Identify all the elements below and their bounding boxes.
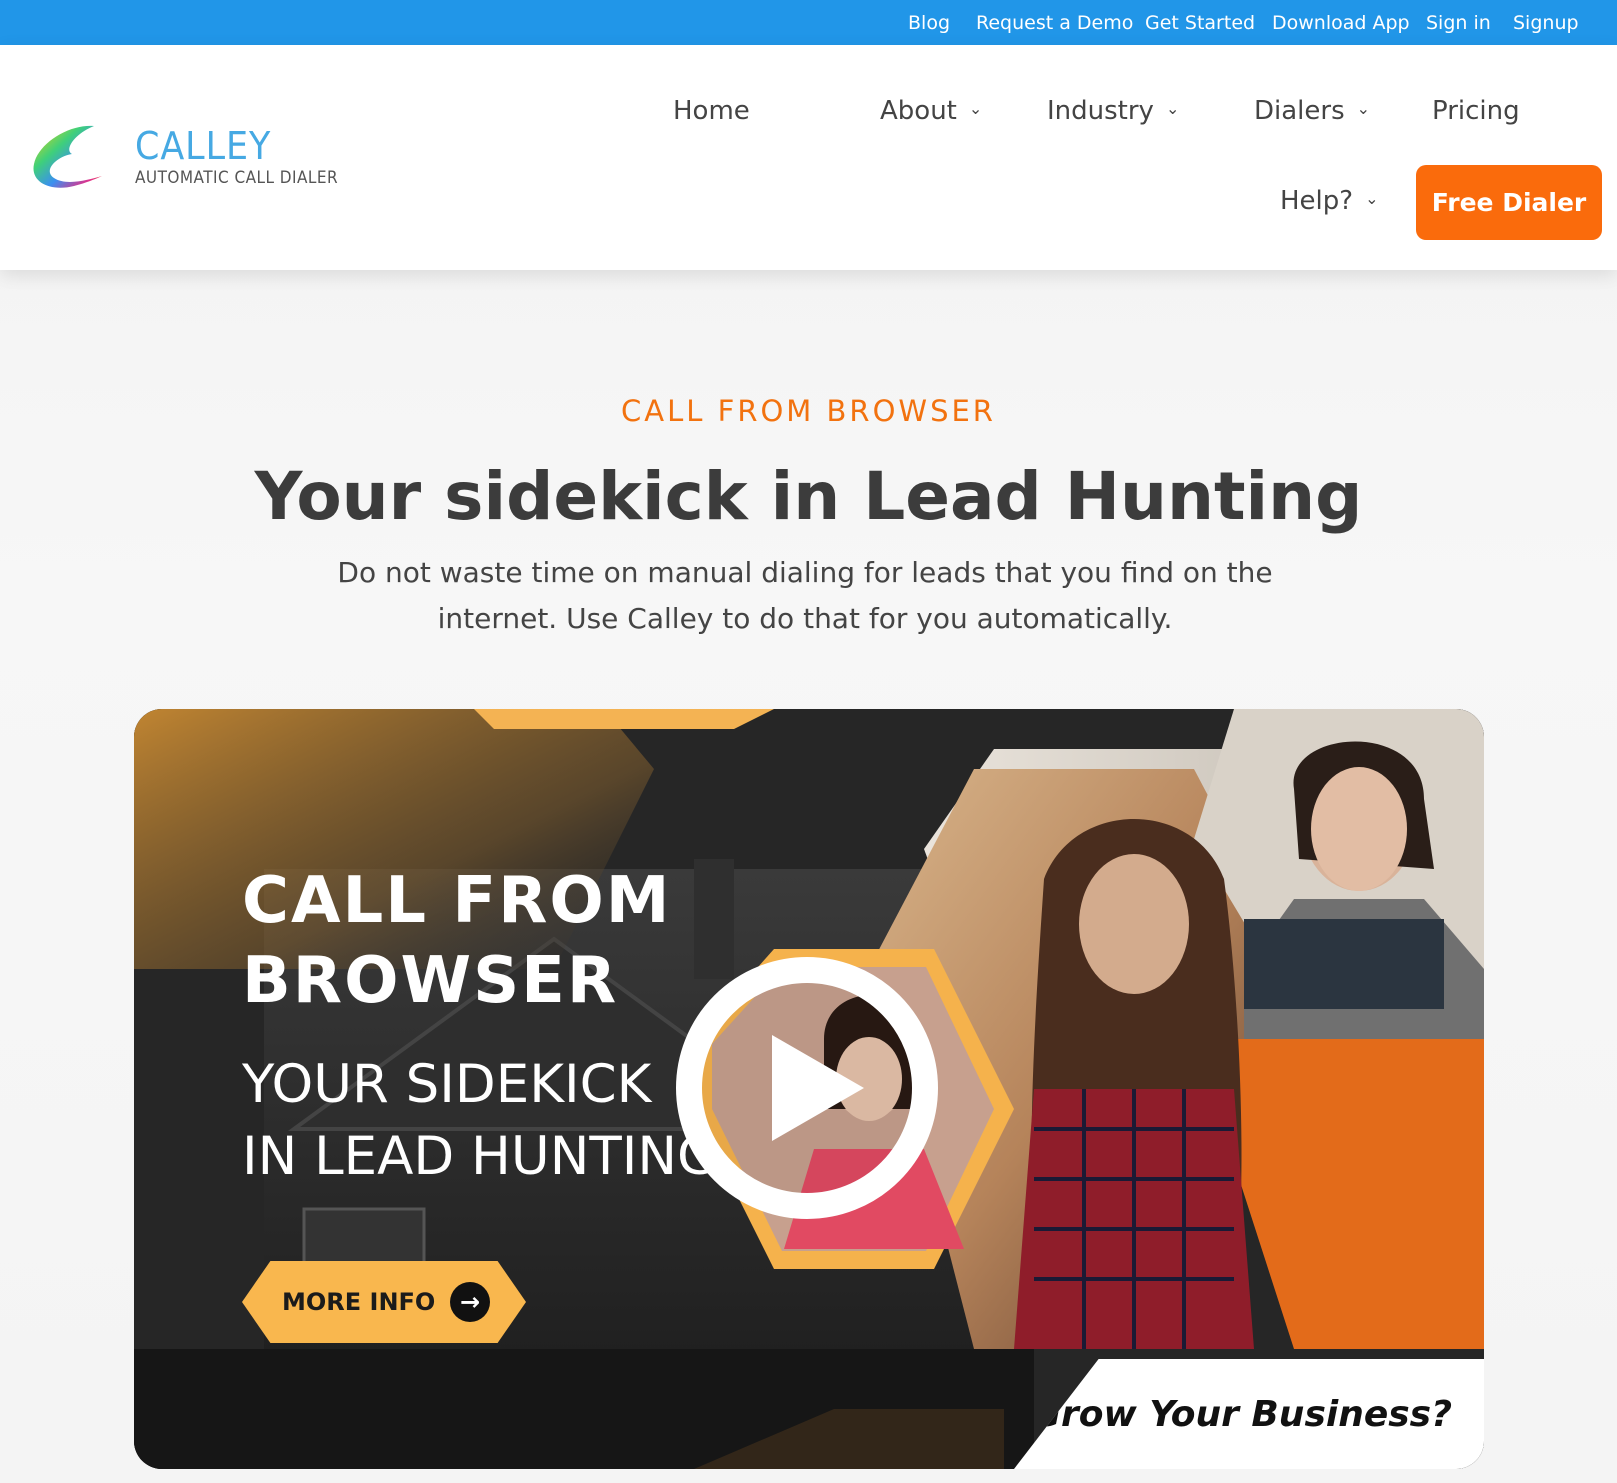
video-subtitle: YOUR SIDEKICK IN LEAD HUNTING xyxy=(242,1054,719,1187)
free-dialer-button[interactable]: Free Dialer xyxy=(1416,165,1602,240)
topbar-link-signup[interactable]: Signup xyxy=(1513,12,1579,34)
topbar-link-request-demo[interactable]: Request a Demo xyxy=(976,12,1133,34)
chevron-down-icon: ⌄ xyxy=(968,99,983,118)
hero-headline-light: Your sidekick in xyxy=(254,458,864,535)
chevron-down-icon: ⌄ xyxy=(1365,189,1379,208)
top-utility-bar: Blog Request a Demo Get Started Download… xyxy=(0,0,1617,45)
nav-dialers-label: Dialers xyxy=(1254,96,1345,126)
hero-headline-bold: Lead Hunting xyxy=(863,458,1363,535)
hero-eyebrow: CALL FROM BROWSER xyxy=(621,394,996,428)
chevron-down-icon: ⌄ xyxy=(1165,99,1180,118)
logo-tagline: AUTOMATIC CALL DIALER xyxy=(135,168,339,188)
calley-logo-icon xyxy=(33,125,102,188)
topbar-link-download-app[interactable]: Download App xyxy=(1272,12,1410,34)
video-banner[interactable]: CALL FROM BROWSER YOUR SIDEKICK IN LEAD … xyxy=(134,709,1484,1469)
topbar-link-blog[interactable]: Blog xyxy=(908,12,950,34)
nav-about[interactable]: About ⌄ xyxy=(880,96,982,126)
nav-pricing[interactable]: Pricing xyxy=(1432,96,1520,126)
nav-home-label: Home xyxy=(673,96,750,126)
arrow-right-icon: → xyxy=(450,1282,490,1322)
nav-help-label: Help? xyxy=(1280,186,1354,216)
nav-dialers[interactable]: Dialers ⌄ xyxy=(1254,96,1370,126)
logo-name: CALLEY xyxy=(135,124,272,168)
play-icon xyxy=(772,1035,864,1141)
nav-about-label: About xyxy=(880,96,957,126)
hero-headline: Your sidekick in Lead Hunting xyxy=(0,458,1617,535)
chevron-down-icon: ⌄ xyxy=(1356,99,1371,118)
topbar-link-sign-in[interactable]: Sign in xyxy=(1426,12,1491,34)
hero-subtext: Do not waste time on manual dialing for … xyxy=(337,556,1273,635)
nav-industry-label: Industry xyxy=(1047,96,1154,126)
video-title: CALL FROM BROWSER xyxy=(242,864,672,1018)
nav-industry[interactable]: Industry ⌄ xyxy=(1047,96,1179,126)
play-button[interactable] xyxy=(676,957,938,1219)
nav-home[interactable]: Home xyxy=(673,96,750,126)
topbar-link-get-started[interactable]: Get Started xyxy=(1145,12,1255,34)
nav-help[interactable]: Help? ⌄ xyxy=(1280,186,1378,216)
more-info-button[interactable]: MORE INFO → xyxy=(242,1261,526,1343)
more-info-label: MORE INFO xyxy=(282,1288,436,1316)
nav-pricing-label: Pricing xyxy=(1432,96,1520,126)
